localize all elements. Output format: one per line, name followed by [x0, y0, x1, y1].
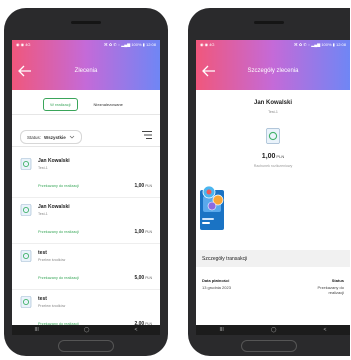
title-bar: Szczegóły zlecenia [196, 52, 350, 90]
recipient-name: Jan Kowalski [253, 100, 292, 106]
sort-menu-icon[interactable] [142, 131, 152, 139]
order-amount: 1,00PLN [261, 153, 285, 160]
recent-apps-button[interactable]: III [35, 327, 39, 333]
screen-order-details: ◉ ◉ 4G ⌘ ✿ ✆ ◌ ▂▄▆ 100% ▮ 12:08 Szczegół… [196, 40, 350, 335]
android-nav-bar: III ◯ < [12, 325, 160, 335]
item-sub: Przelew środków [38, 258, 66, 262]
physical-home-button [58, 340, 114, 352]
filter-label: Status: [27, 134, 42, 140]
page-title: Zlecenia [74, 68, 98, 74]
list-item[interactable]: Jan Kowalski Test-1 Przekazany do realiz… [12, 152, 160, 198]
section-title: Szczegóły transakcji [196, 250, 350, 267]
speaker-grille [71, 21, 101, 24]
item-amount: 5,00PLN [134, 275, 152, 281]
payment-date-block: Data płatności 13 grudnia 2023 [202, 278, 231, 290]
status-right: ⌘ ✿ ✆ ◌ ▂▄▆ 100% ▮ 12:08 [293, 42, 346, 47]
transfer-card-illustration [200, 185, 224, 230]
item-status: Przekazany do realizacji [38, 230, 79, 234]
item-name: test [38, 296, 47, 302]
orders-list: Jan Kowalski Test-1 Przekazany do realiz… [12, 152, 160, 335]
tabs-divider [12, 114, 160, 115]
recipient-block: Jan Kowalski Test-1 [196, 100, 350, 114]
account-note: Rachunek rozliczeniowy [253, 164, 293, 168]
payment-date-value: 13 grudnia 2023 [202, 285, 231, 290]
list-item[interactable]: Jan Kowalski Test-1 Przekazany do realiz… [12, 198, 160, 244]
status-filter-dropdown[interactable]: Status: Wszystkie [20, 130, 82, 144]
app-header: ◉ ◉ 4G ⌘ ✿ ✆ ◌ ▂▄▆ 100% ▮ 12:08 Szczegół… [196, 40, 350, 90]
order-doc-icon [20, 250, 32, 262]
home-button[interactable]: ◯ [271, 327, 277, 333]
item-sub: Test-1 [38, 212, 48, 216]
item-name: test [38, 250, 47, 256]
status-right: ⌘ ✿ ✆ ◌ ▂▄▆ 100% ▮ 12:08 [103, 42, 156, 47]
status-bar: ◉ ◉ 4G ⌘ ✿ ✆ ◌ ▂▄▆ 100% ▮ 12:08 [12, 40, 160, 52]
home-button[interactable]: ◯ [84, 327, 90, 333]
physical-home-button [241, 340, 297, 352]
title-bar: Zlecenia [12, 52, 160, 90]
back-arrow-icon[interactable] [18, 65, 32, 77]
phone-left: ◉ ◉ 4G ⌘ ✿ ✆ ◌ ▂▄▆ 100% ▮ 12:08 Zlecenia… [4, 8, 168, 356]
order-doc-icon [20, 158, 32, 170]
recent-apps-button[interactable]: III [220, 327, 224, 333]
item-status: Przekazany do realizacji [38, 184, 79, 188]
status-value: Przekazany do realizacji [317, 285, 344, 295]
item-name: Jan Kowalski [38, 158, 70, 164]
order-doc-icon [266, 128, 280, 144]
item-status: Przekazany do realizacji [38, 276, 79, 280]
status-left: ◉ ◉ 4G [16, 42, 31, 47]
status-tabs: W realizacji Nieznalezowane [12, 98, 160, 111]
status-label: Status [331, 278, 344, 283]
order-doc-icon [20, 204, 32, 216]
back-button[interactable]: < [135, 327, 138, 333]
item-sub: Przelew środków [38, 304, 66, 308]
tab-unrealized[interactable]: Nieznalezowane [88, 99, 129, 110]
page-title: Szczegóły zlecenia [247, 68, 299, 74]
item-sub: Test-1 [38, 166, 48, 170]
order-doc-icon [20, 296, 32, 308]
screenshot-stage: ◉ ◉ 4G ⌘ ✿ ✆ ◌ ▂▄▆ 100% ▮ 12:08 Zlecenia… [0, 0, 351, 360]
android-nav-bar: III ◯ < [196, 325, 350, 335]
screen-orders-list: ◉ ◉ 4G ⌘ ✿ ✆ ◌ ▂▄▆ 100% ▮ 12:08 Zlecenia… [12, 40, 160, 335]
status-block: Status Przekazany do realizacji [304, 278, 344, 295]
filter-divider [12, 146, 160, 147]
filter-value: Wszystkie [44, 134, 66, 140]
phone-right: ◉ ◉ 4G ⌘ ✿ ✆ ◌ ▂▄▆ 100% ▮ 12:08 Szczegół… [188, 8, 350, 356]
item-amount: 1,00PLN [134, 229, 152, 235]
speaker-grille [254, 21, 284, 24]
item-name: Jan Kowalski [38, 204, 70, 210]
chevron-down-icon [69, 135, 75, 139]
back-arrow-icon[interactable] [202, 65, 216, 77]
payment-date-label: Data płatności [202, 278, 230, 283]
item-amount: 1,00PLN [134, 183, 152, 189]
status-bar: ◉ ◉ 4G ⌘ ✿ ✆ ◌ ▂▄▆ 100% ▮ 12:08 [196, 40, 350, 52]
status-left: ◉ ◉ 4G [200, 42, 215, 47]
recipient-sub: Test-1 [268, 110, 278, 114]
app-header: ◉ ◉ 4G ⌘ ✿ ✆ ◌ ▂▄▆ 100% ▮ 12:08 Zlecenia [12, 40, 160, 90]
list-item[interactable]: test Przelew środków Przekazany do reali… [12, 244, 160, 290]
tab-in-progress[interactable]: W realizacji [43, 98, 78, 111]
back-button[interactable]: < [324, 327, 327, 333]
